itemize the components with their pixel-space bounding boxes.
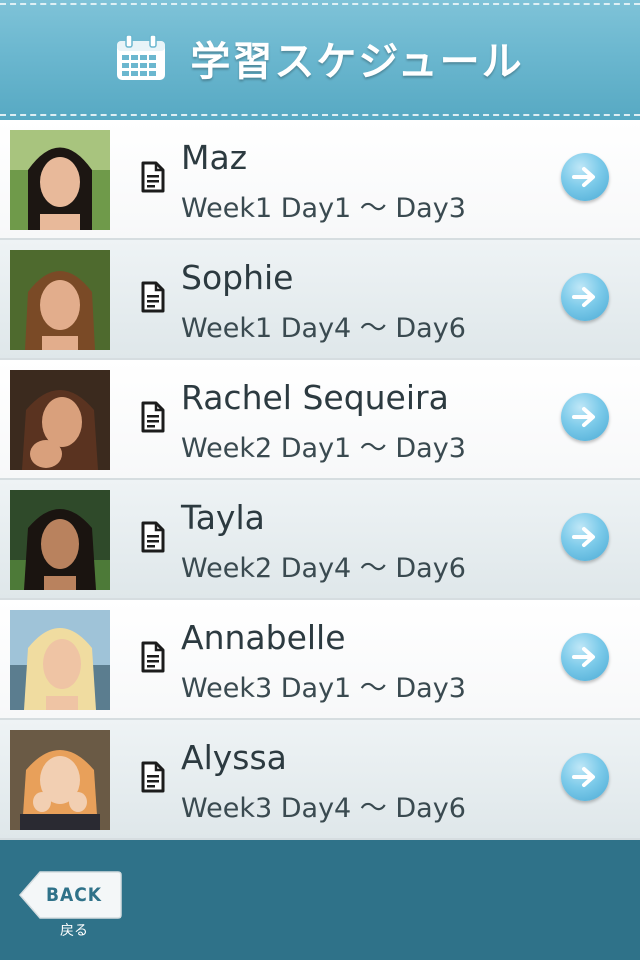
back-button-sublabel: 戻る: [60, 923, 88, 939]
avatar: [10, 250, 110, 350]
arrow-right-icon[interactable]: [561, 633, 609, 681]
arrow-right-icon[interactable]: [561, 513, 609, 561]
schedule-range: Week2 Day4 〜 Day6: [181, 553, 466, 584]
footer-bar: BACK 戻る: [0, 840, 640, 960]
calendar-icon: [117, 35, 166, 80]
student-name: Tayla: [181, 498, 265, 537]
document-icon: [141, 761, 165, 793]
schedule-range: Week3 Day1 〜 Day3: [181, 673, 466, 704]
header-content: 学習スケジュール: [0, 0, 640, 120]
document-icon: [141, 401, 165, 433]
header-bar: 学習スケジュール: [0, 0, 640, 120]
avatar: [10, 610, 110, 710]
student-name: Alyssa: [181, 738, 287, 777]
student-name: Annabelle: [181, 618, 346, 657]
schedule-range: Week1 Day1 〜 Day3: [181, 193, 466, 224]
schedule-range: Week3 Day4 〜 Day6: [181, 793, 466, 824]
schedule-row-tayla[interactable]: Tayla Week2 Day4 〜 Day6: [0, 480, 640, 600]
student-name: Sophie: [181, 258, 294, 297]
document-icon: [141, 161, 165, 193]
schedule-row-maz[interactable]: Maz Week1 Day1 〜 Day3: [0, 120, 640, 240]
avatar: [10, 730, 110, 830]
arrow-right-icon[interactable]: [561, 273, 609, 321]
schedule-row-sophie[interactable]: Sophie Week1 Day4 〜 Day6: [0, 240, 640, 360]
document-icon: [141, 641, 165, 673]
schedule-row-rachel-sequeira[interactable]: Rachel Sequeira Week2 Day1 〜 Day3: [0, 360, 640, 480]
avatar: [10, 490, 110, 590]
arrow-right-icon[interactable]: [561, 393, 609, 441]
document-icon: [141, 281, 165, 313]
avatar: [10, 130, 110, 230]
schedule-row-alyssa[interactable]: Alyssa Week3 Day4 〜 Day6: [0, 720, 640, 840]
avatar: [10, 370, 110, 470]
schedule-range: Week2 Day1 〜 Day3: [181, 433, 466, 464]
back-button-label: BACK: [45, 884, 103, 906]
document-icon: [141, 521, 165, 553]
back-button[interactable]: BACK: [18, 870, 122, 920]
schedule-list: Maz Week1 Day1 〜 Day3 Sophie Week1 Day4 …: [0, 120, 640, 840]
schedule-row-annabelle[interactable]: Annabelle Week3 Day1 〜 Day3: [0, 600, 640, 720]
arrow-right-icon[interactable]: [561, 753, 609, 801]
student-name: Rachel Sequeira: [181, 378, 449, 417]
page-title: 学習スケジュール: [190, 39, 524, 85]
arrow-right-icon[interactable]: [561, 153, 609, 201]
schedule-range: Week1 Day4 〜 Day6: [181, 313, 466, 344]
student-name: Maz: [181, 138, 248, 177]
